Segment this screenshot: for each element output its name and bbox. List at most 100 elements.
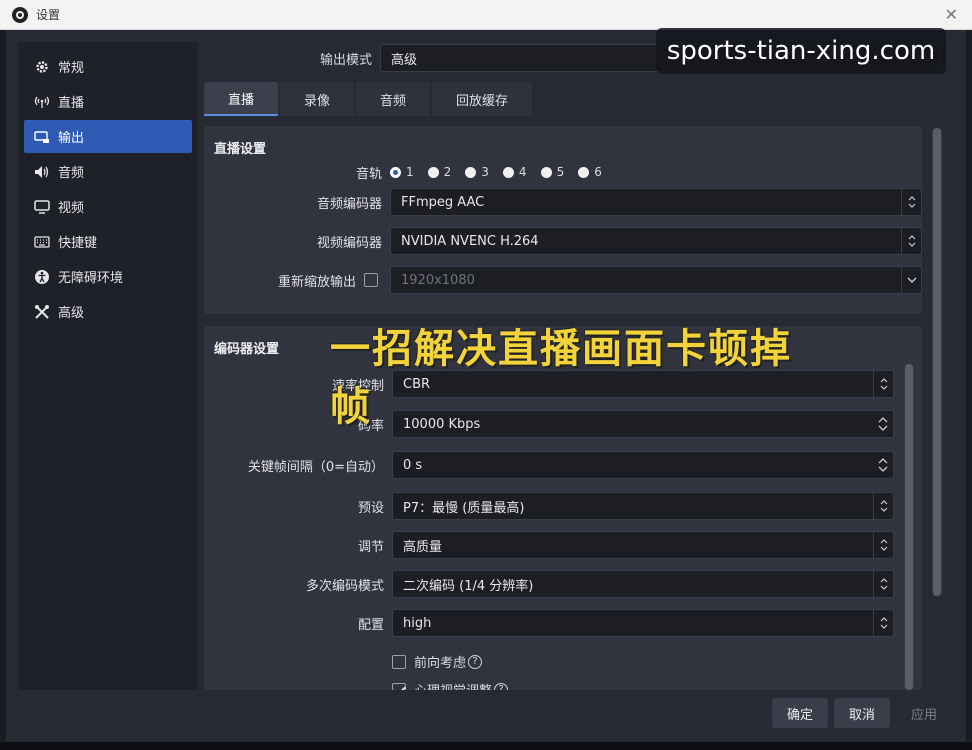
- rate-control-row: 速率控制 CBR: [204, 370, 894, 398]
- updown-arrows-icon: [901, 189, 921, 215]
- audio-track-option[interactable]: 2: [427, 165, 452, 179]
- video-encoder-select[interactable]: NVIDIA NVENC H.264: [390, 227, 922, 255]
- tab-stream[interactable]: 直播: [204, 82, 279, 116]
- radio-label: 5: [556, 165, 565, 179]
- tuning-value: 高质量: [403, 539, 443, 555]
- updown-arrows-icon: [873, 532, 893, 558]
- sidebar-item-label: 直播: [58, 96, 85, 111]
- audio-track-option[interactable]: 4: [502, 165, 527, 179]
- radio-button[interactable]: [578, 166, 590, 178]
- sidebar-item-output[interactable]: 输出: [24, 120, 192, 153]
- preset-row: 预设 P7：最慢 (质量最高): [204, 492, 894, 520]
- keyframe-label: 关键帧间隔（0=自动）: [247, 459, 384, 475]
- keyboard-icon: [34, 234, 50, 250]
- ok-button[interactable]: 确定: [772, 698, 828, 728]
- radio-button[interactable]: [540, 166, 552, 178]
- lookahead-checkbox[interactable]: [392, 654, 406, 669]
- multipass-row: 多次编码模式 二次编码 (1/4 分辨率): [204, 570, 894, 598]
- keyframe-value: 0 s: [403, 457, 423, 473]
- multipass-select[interactable]: 二次编码 (1/4 分辨率): [392, 570, 894, 598]
- gear-icon: [34, 59, 50, 75]
- audio-track-option[interactable]: 3: [465, 165, 489, 179]
- audio-track-option[interactable]: 5: [540, 165, 565, 179]
- rescale-resolution-select[interactable]: 1920x1080: [390, 266, 922, 294]
- sidebar: 常规 直播 输出 音频 视频 快捷键 无障碍环境 高级: [18, 42, 198, 690]
- profile-row: 配置 high: [204, 609, 894, 637]
- audio-track-option[interactable]: 6: [578, 165, 602, 179]
- video-caption: 一招解决直播画面卡顿掉帧: [330, 326, 792, 430]
- bitrate-value: 10000 Kbps: [403, 416, 481, 432]
- settings-window: 常规 直播 输出 音频 视频 快捷键 无障碍环境 高级 输出模式 高级 直播 录…: [6, 30, 966, 742]
- sidebar-item-audio[interactable]: 音频: [24, 155, 192, 188]
- video-encoder-value: NVIDIA NVENC H.264: [401, 233, 539, 249]
- preset-value: P7：最慢 (质量最高): [403, 500, 525, 516]
- sidebar-item-general[interactable]: 常规: [24, 50, 192, 83]
- rescale-checkbox[interactable]: [364, 273, 378, 287]
- tuning-select[interactable]: 高质量: [392, 531, 894, 559]
- updown-arrows-icon: [901, 228, 921, 254]
- scrollbar-thumb[interactable]: [933, 128, 941, 596]
- profile-value: high: [403, 615, 432, 631]
- output-tabs: 直播 录像 音频 回放缓存: [204, 82, 534, 116]
- cancel-button[interactable]: 取消: [834, 698, 890, 728]
- spin-arrows-icon[interactable]: [873, 411, 893, 437]
- audio-encoder-row: 音频编码器 FFmpeg AAC: [204, 188, 922, 216]
- updown-arrows-icon: [873, 371, 893, 397]
- tab-replay-buffer[interactable]: 回放缓存: [432, 82, 533, 116]
- sidebar-item-stream[interactable]: 直播: [24, 85, 192, 118]
- updown-arrows-icon: [873, 571, 893, 597]
- close-icon[interactable]: ✕: [945, 5, 958, 24]
- encoder-settings-title: 编码器设置: [214, 342, 280, 357]
- psycho-visual-checkbox[interactable]: [392, 682, 406, 690]
- radio-button[interactable]: [465, 166, 477, 178]
- radio-label: 6: [594, 165, 602, 179]
- audio-track-radios: 1 2 3 4 5 6: [390, 165, 616, 179]
- keyframe-spinbox[interactable]: 0 s: [392, 451, 894, 479]
- tab-audio[interactable]: 音频: [356, 82, 431, 116]
- tab-recording[interactable]: 录像: [280, 82, 355, 116]
- radio-label: 1: [406, 165, 414, 179]
- multipass-value: 二次编码 (1/4 分辨率): [403, 578, 534, 594]
- sidebar-item-label: 无障碍环境: [58, 271, 124, 286]
- audio-track-row: 音轨 1 2 3 4 5 6: [204, 162, 616, 182]
- title-bar: 设置 ✕: [0, 0, 972, 30]
- audio-encoder-select[interactable]: FFmpeg AAC: [390, 188, 922, 216]
- scrollbar-thumb[interactable]: [905, 364, 913, 690]
- video-encoder-label: 视频编码器: [316, 235, 382, 251]
- sidebar-item-label: 音频: [58, 166, 85, 181]
- updown-arrows-icon: [873, 610, 893, 636]
- video-encoder-row: 视频编码器 NVIDIA NVENC H.264: [204, 227, 922, 255]
- profile-select[interactable]: high: [392, 609, 894, 637]
- main-scrollbar[interactable]: [932, 128, 942, 596]
- window-title: 设置: [36, 8, 61, 22]
- encoder-settings-panel: 编码器设置 速率控制 CBR 码率 10000 Kbps 关键帧间隔（0=自动）…: [204, 326, 922, 690]
- sidebar-item-label: 快捷键: [58, 236, 98, 251]
- help-icon[interactable]: ?: [468, 654, 483, 669]
- sidebar-item-advanced[interactable]: 高级: [24, 295, 192, 328]
- profile-label: 配置: [357, 617, 384, 633]
- psycho-visual-row: 心理视觉调整 ?: [392, 680, 509, 690]
- audio-track-option[interactable]: 1: [390, 165, 414, 179]
- radio-button[interactable]: [390, 166, 401, 178]
- bitrate-spinbox[interactable]: 10000 Kbps: [392, 410, 894, 438]
- output-icon: [34, 129, 50, 145]
- radio-label: 3: [481, 165, 489, 179]
- multipass-label: 多次编码模式: [305, 578, 384, 594]
- encoder-scrollbar[interactable]: [904, 364, 914, 690]
- preset-label: 预设: [357, 500, 384, 516]
- antenna-icon: [34, 94, 50, 110]
- rescale-row: 重新缩放输出 1920x1080: [204, 266, 922, 294]
- radio-button[interactable]: [427, 166, 439, 178]
- rate-control-select[interactable]: CBR: [392, 370, 894, 398]
- radio-label: 2: [443, 165, 452, 179]
- sidebar-item-hotkeys[interactable]: 快捷键: [24, 225, 192, 258]
- radio-button[interactable]: [502, 166, 514, 178]
- help-icon[interactable]: ?: [494, 682, 509, 690]
- apply-button[interactable]: 应用: [898, 698, 950, 728]
- spin-arrows-icon[interactable]: [873, 452, 893, 478]
- sidebar-item-label: 视频: [58, 201, 85, 216]
- preset-select[interactable]: P7：最慢 (质量最高): [392, 492, 894, 520]
- psycho-visual-label: 心理视觉调整: [414, 680, 492, 690]
- sidebar-item-accessibility[interactable]: 无障碍环境: [24, 260, 192, 293]
- sidebar-item-video[interactable]: 视频: [24, 190, 192, 223]
